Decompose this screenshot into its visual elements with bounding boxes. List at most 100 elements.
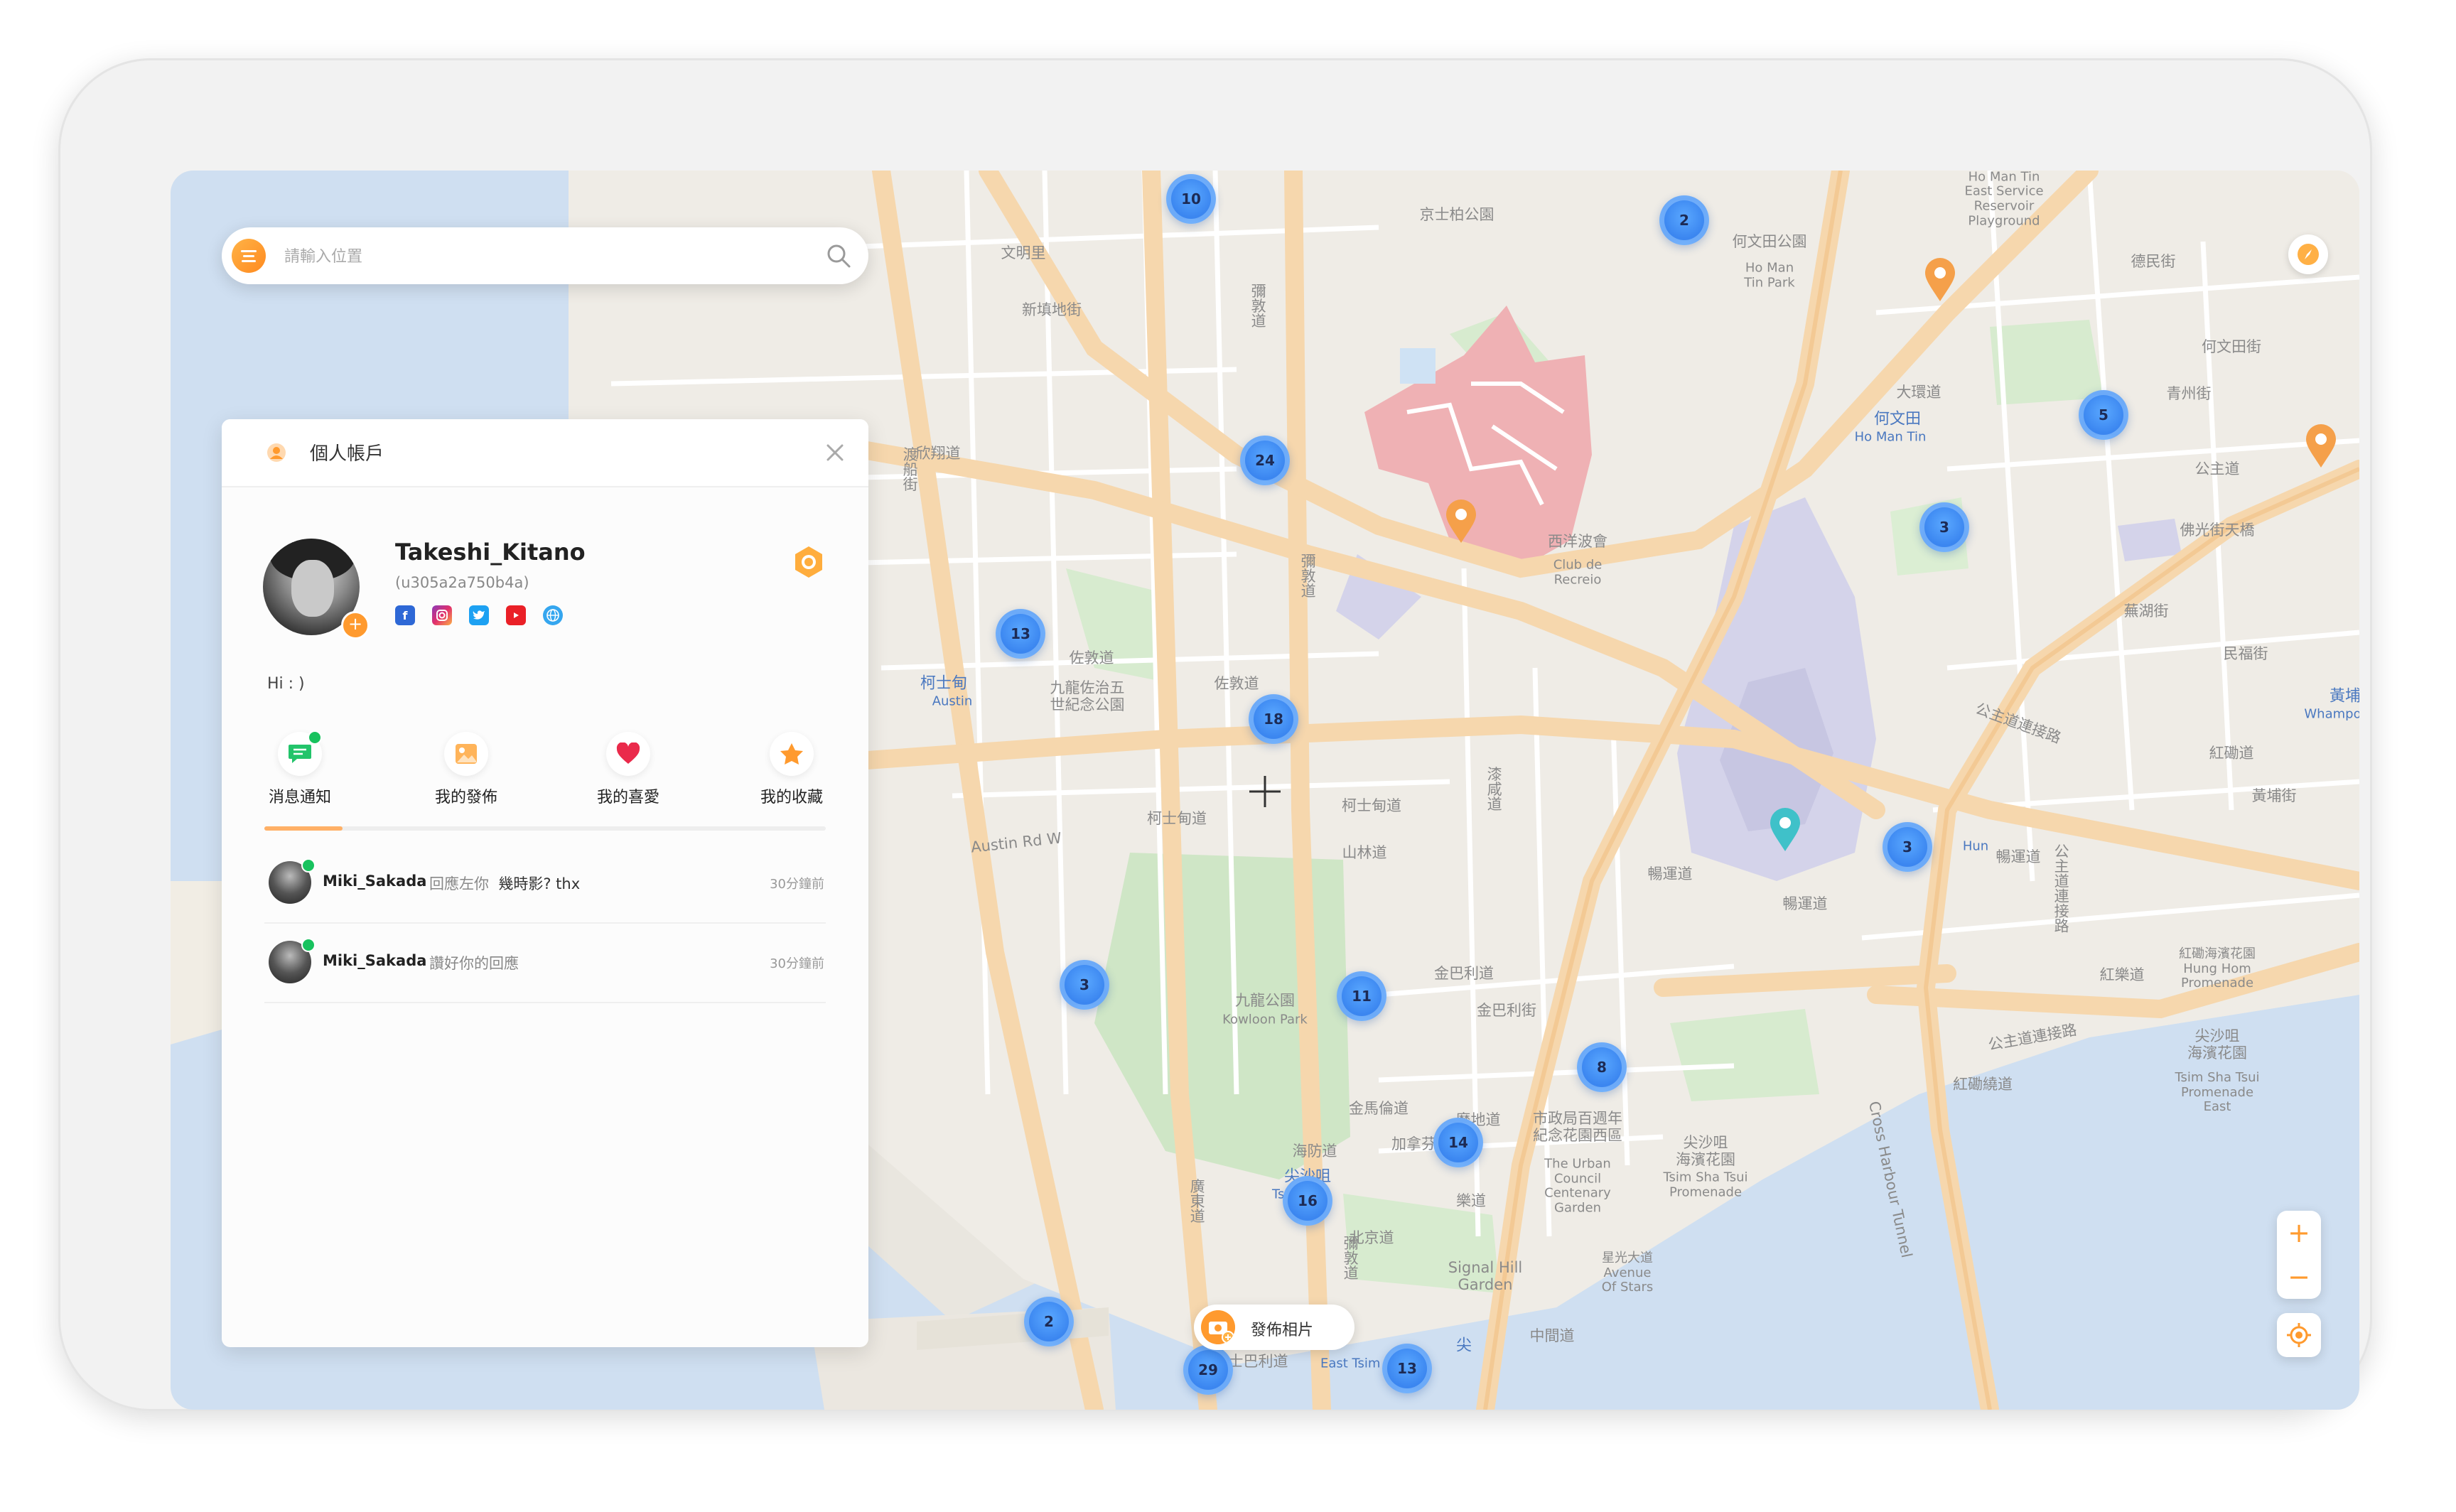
map-cluster-marker[interactable]: 3 (1883, 822, 1932, 872)
map-label-wuhu: 蕪湖街 (2123, 602, 2169, 620)
map-label-whampoa-st: 黃埔街 (2251, 787, 2297, 804)
list-item[interactable]: Miki_Sakada 讚好你的回應 30分鐘前 (264, 922, 826, 1003)
map-label-yan-cheung: 欣翔道 (915, 444, 961, 462)
map-cluster-marker[interactable]: 3 (1060, 960, 1109, 1010)
online-dot (301, 938, 316, 952)
tab-favorites[interactable]: 我的喜愛 (578, 732, 678, 807)
profile-id: (u305a2a750b4a) (395, 574, 529, 591)
map-label-signal-hill: Signal Hill Garden (1448, 1258, 1523, 1293)
tab-notifications[interactable]: 消息通知 (250, 730, 350, 807)
youtube-icon[interactable] (506, 605, 526, 625)
map-cluster-marker[interactable]: 18 (1249, 694, 1298, 744)
map-label-chatham-rd: 漆咸道 (1485, 766, 1503, 811)
locate-button[interactable] (2277, 1313, 2321, 1357)
map-pin-orange[interactable] (2305, 423, 2337, 469)
zoom-controls: + − (2277, 1211, 2321, 1299)
map-label-ho-man-tin: 何文田 (1873, 410, 1922, 428)
profile-tabs: 消息通知 我的發佈 我的喜愛 我的收藏 (250, 730, 847, 810)
map-cluster-marker[interactable]: 11 (1337, 971, 1386, 1021)
globe-icon[interactable] (543, 605, 563, 625)
map-cluster-marker[interactable]: 13 (1382, 1344, 1432, 1393)
chat-icon (289, 745, 311, 763)
tab-indicator (264, 826, 343, 831)
twitter-icon[interactable] (469, 605, 489, 625)
list-item[interactable]: Miki_Sakada 回應左你 幾時影? thx 30分鐘前 (264, 843, 826, 924)
map-label-nathan-rd-2: 彌敦道 (1299, 553, 1317, 598)
message-content: 幾時影? thx (498, 875, 581, 892)
map-cluster-marker[interactable]: 8 (1577, 1042, 1627, 1092)
close-icon[interactable] (823, 441, 847, 465)
post-photo-label: 發佈相片 (1251, 1322, 1314, 1339)
map-cluster-marker[interactable]: 14 (1433, 1118, 1483, 1167)
zoom-out-button[interactable]: − (2277, 1255, 2321, 1299)
image-icon (456, 744, 477, 764)
compass-button[interactable] (2288, 234, 2328, 274)
search-input[interactable] (283, 237, 797, 276)
map-cluster-marker[interactable]: 2 (1659, 195, 1709, 245)
tab-collection-icon-wrap (770, 732, 814, 776)
map-cluster-marker[interactable]: 24 (1240, 436, 1290, 485)
map-screen[interactable]: 京士柏公園 何文田公園 Ho Man Tin Park 水務署何文田 Ho Ma… (171, 171, 2359, 1410)
map-label-granville-2: 金巴利街 (1477, 1001, 1536, 1019)
map-label-tst-promenade: 尖沙咀 海濱花園 (1676, 1133, 1735, 1168)
map-label-jordan-rd: 佐敦道 (1069, 649, 1114, 666)
map-label-granville: 金巴利道 (1434, 964, 1494, 982)
map-label-club-recreio: 西洋波會 (1548, 532, 1607, 550)
map-label-tai-wan: 大環道 (1896, 383, 1941, 401)
add-avatar-button[interactable]: + (341, 611, 370, 639)
map-pin-orange[interactable] (1924, 257, 1956, 303)
message-time: 30分鐘前 (770, 877, 824, 892)
search-bar (222, 227, 868, 284)
map-label-hung-hom-promenade: 紅磡海濱花園 Hung Hom Promenade (2179, 946, 2256, 991)
device-frame: 京士柏公園 何文田公園 Ho Man Tin Park 水務署何文田 Ho Ma… (58, 58, 2372, 1411)
notification-dot (308, 730, 322, 745)
map-cluster-marker[interactable]: 13 (996, 609, 1045, 659)
map-label-kowloon-park: 九龍公園 (1235, 991, 1295, 1009)
map-pin-teal[interactable] (1769, 807, 1801, 853)
avatar-face (291, 560, 334, 617)
map-label-kimberley: 金馬倫道 (1349, 1099, 1409, 1117)
menu-button[interactable] (232, 239, 266, 273)
map-cluster-marker[interactable]: 29 (1183, 1345, 1233, 1395)
level-badge-icon[interactable] (790, 544, 827, 580)
map-pin-orange[interactable] (1445, 499, 1477, 544)
panel-header: 個人帳戶 (222, 419, 868, 487)
instagram-icon[interactable] (432, 605, 452, 625)
menu-icon-line (243, 254, 254, 257)
tab-my-posts[interactable]: 我的發佈 (416, 732, 516, 807)
user-icon (267, 443, 286, 462)
map-label-fat-kwong-st-fly: 佛光街天橋 (2180, 521, 2255, 539)
map-label-urban-council: 市政局百週年 紀念花園西區 (1533, 1109, 1622, 1144)
locate-icon (2287, 1323, 2311, 1347)
zoom-in-button[interactable]: + (2277, 1211, 2321, 1255)
map-label-peking: 北京道 (1349, 1228, 1394, 1246)
map-label-man-fuk: 民福街 (2223, 644, 2268, 662)
map-cluster-marker[interactable]: 16 (1283, 1176, 1332, 1226)
tab-favorites-icon-wrap (606, 732, 650, 776)
message-text: 讚好你的回應 (429, 952, 519, 973)
search-icon[interactable] (824, 242, 853, 270)
map-label-avenue-of-stars: 星光大道 Avenue Of Stars (1601, 1250, 1654, 1295)
post-photo-button[interactable]: 發佈相片 (1194, 1305, 1354, 1350)
map-label-austin-en: Austin (932, 693, 973, 709)
map-label-whampoa: 黃埔 (2329, 687, 2359, 706)
map-cluster-marker[interactable]: 3 (1919, 502, 1969, 552)
map-label-austin-rd-2: 柯士甸道 (1342, 796, 1401, 814)
map-label-austin-rd: 柯士甸道 (1147, 809, 1207, 827)
map-cluster-marker[interactable]: 5 (2079, 390, 2128, 440)
map-cluster-marker[interactable]: 10 (1166, 174, 1216, 224)
map-label-tak-man: 德民街 (2131, 252, 2176, 270)
tab-label: 我的喜愛 (596, 789, 659, 806)
message-user: Miki_Sakada (323, 952, 427, 969)
message-text: 回應左你 幾時影? thx (429, 873, 580, 894)
map-label-urban-council-en: The Urban Council Centenary Garden (1544, 1156, 1611, 1216)
profile-name: Takeshi_Kitano (395, 539, 586, 566)
tab-collection[interactable]: 我的收藏 (742, 732, 841, 807)
map-cluster-marker[interactable]: 2 (1024, 1297, 1074, 1346)
star-icon (780, 743, 803, 765)
camera-icon (1201, 1310, 1235, 1344)
social-links: f (395, 605, 563, 625)
map-label-cheong-wan-rd: 暢運道 (1647, 865, 1693, 882)
facebook-icon[interactable]: f (395, 605, 415, 625)
map-label-princess: 公主道 (2194, 460, 2240, 477)
